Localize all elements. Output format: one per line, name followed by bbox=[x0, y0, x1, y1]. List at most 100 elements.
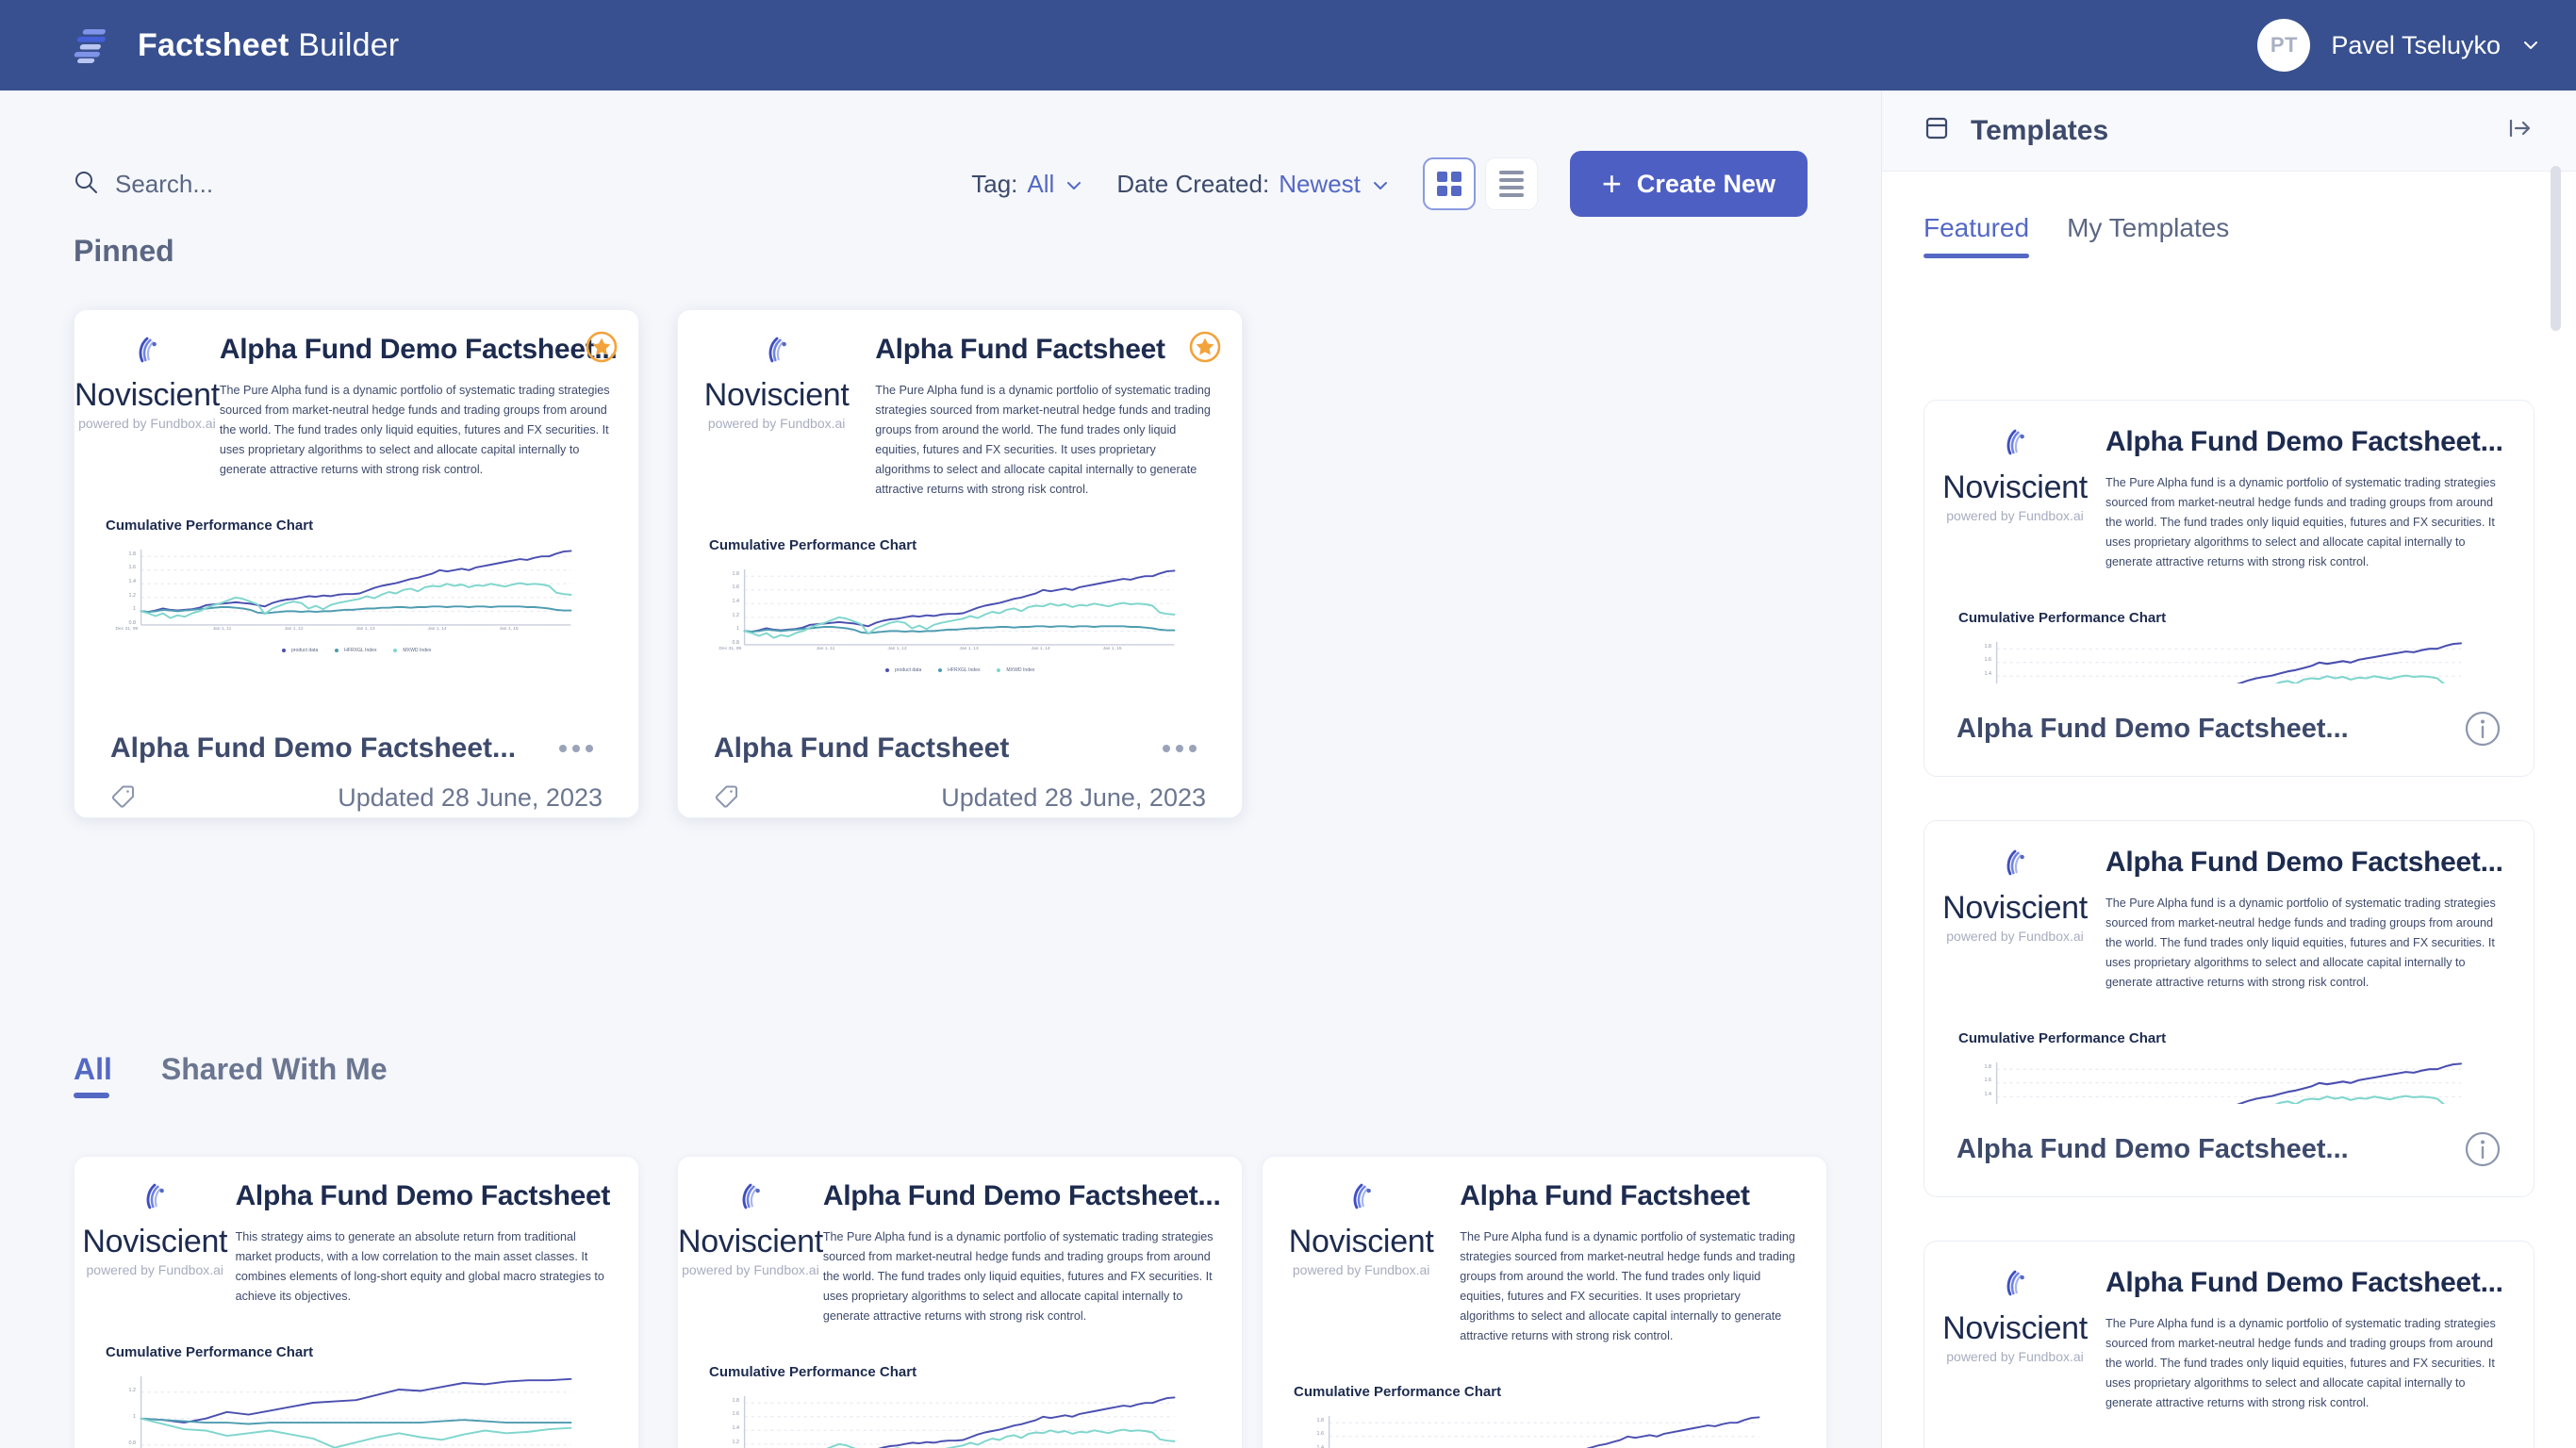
sheet-description: The Pure Alpha fund is a dynamic portfol… bbox=[2105, 897, 2496, 990]
factsheet-preview: Noviscient powered by Fundbox.ai Alpha F… bbox=[678, 1157, 1242, 1448]
sheet-chart-title: Cumulative Performance Chart bbox=[709, 1364, 917, 1381]
legend-color-dot bbox=[281, 648, 286, 653]
y-axis-tick: 1.2 bbox=[732, 612, 740, 618]
tag-icon[interactable] bbox=[110, 782, 139, 814]
y-axis-tick: 1.6 bbox=[732, 1411, 740, 1418]
noviscient-swoosh-icon bbox=[761, 334, 793, 366]
pinned-section-title: Pinned bbox=[74, 234, 174, 268]
y-axis-tick: 1.4 bbox=[1984, 1092, 1992, 1098]
avatar: PT bbox=[2257, 19, 2311, 72]
sheet-chart-title: Cumulative Performance Chart bbox=[1958, 1030, 2167, 1047]
star-filled-icon[interactable] bbox=[586, 331, 618, 368]
collapse-right-icon[interactable] bbox=[2506, 114, 2535, 147]
sheet-logo-block: Noviscient powered by Fundbox.ai bbox=[678, 334, 875, 500]
noviscient-swoosh-icon bbox=[1999, 847, 2031, 879]
legend-item: product data bbox=[281, 648, 318, 653]
template-footer: Alpha Fund Demo Factsheet... bbox=[1924, 1102, 2534, 1196]
info-icon[interactable] bbox=[2464, 1130, 2502, 1168]
brand: Factsheet Builder bbox=[74, 24, 399, 67]
library-tab-shared-with-me[interactable]: Shared With Me bbox=[161, 1052, 388, 1098]
sheet-brand-name: Noviscient bbox=[1942, 890, 2088, 927]
search-icon bbox=[74, 170, 98, 199]
y-axis-tick: 1 bbox=[133, 1413, 136, 1420]
y-axis-tick: 1.4 bbox=[732, 1425, 740, 1431]
sheet-logo-block: Noviscient powered by Fundbox.ai bbox=[1263, 1180, 1460, 1346]
legend-color-dot bbox=[997, 667, 1001, 673]
tag-filter-label: Tag: bbox=[971, 169, 1018, 198]
list-view-button[interactable] bbox=[1484, 157, 1538, 210]
library-tab-all[interactable]: All bbox=[74, 1052, 112, 1098]
more-options-icon[interactable] bbox=[550, 735, 603, 762]
tag-icon[interactable] bbox=[714, 782, 742, 814]
factsheet-card[interactable]: Noviscient powered by Fundbox.ai Alpha F… bbox=[677, 1156, 1243, 1448]
sheet-brand-sub: powered by Fundbox.ai bbox=[86, 1262, 224, 1277]
performance-chart: 1.81.61.41.210.8Dec 31, 09Jan 1, 11Jan 1… bbox=[709, 1393, 1181, 1448]
sheet-title: Alpha Fund Demo Factsheet... bbox=[2105, 426, 2503, 458]
brand-title: Factsheet Builder bbox=[138, 27, 399, 64]
y-axis-tick: 1.6 bbox=[128, 565, 137, 571]
template-card[interactable]: Noviscient powered by Fundbox.ai Alpha F… bbox=[1924, 820, 2535, 1197]
legend-color-dot bbox=[393, 648, 398, 653]
card-footer: Alpha Fund Demo Factsheet... Updated 28 … bbox=[74, 704, 638, 817]
user-menu[interactable]: PT Pavel Tseluyko bbox=[2257, 19, 2540, 72]
more-options-icon[interactable] bbox=[1153, 735, 1206, 762]
grid-view-button[interactable] bbox=[1422, 157, 1476, 210]
create-new-button[interactable]: + Create New bbox=[1569, 151, 1808, 217]
sheet-brand-name: Noviscient bbox=[82, 1224, 228, 1260]
app-header: Factsheet Builder PT Pavel Tseluyko bbox=[0, 0, 2576, 90]
card-preview: Noviscient powered by Fundbox.ai Alpha F… bbox=[74, 310, 638, 706]
template-card[interactable]: Noviscient powered by Fundbox.ai Alpha F… bbox=[1924, 400, 2535, 777]
sheet-description: The Pure Alpha fund is a dynamic portfol… bbox=[2105, 476, 2496, 569]
templates-scrollbar-thumb[interactable] bbox=[2551, 166, 2561, 331]
legend-label: HFRXGL Index bbox=[948, 667, 981, 674]
date-created-filter[interactable]: Date Created: Newest bbox=[1116, 170, 1391, 199]
search-input[interactable]: Search... bbox=[74, 170, 213, 199]
y-axis-tick: 1.8 bbox=[1984, 643, 1992, 650]
sheet-title: Alpha Fund Demo Factsheet... bbox=[2105, 847, 2503, 879]
template-title: Alpha Fund Demo Factsheet... bbox=[1957, 713, 2349, 744]
sheet-title: Alpha Fund Factsheet bbox=[1460, 1180, 1750, 1212]
factsheet-preview: Noviscient powered by Fundbox.ai Alpha F… bbox=[1263, 1157, 1826, 1448]
templates-tab-my-templates[interactable]: My Templates bbox=[2067, 213, 2229, 258]
templates-panel: Templates Featured My Templates Noviscien… bbox=[1881, 90, 2576, 1448]
y-axis-tick: 1.8 bbox=[732, 570, 740, 577]
tag-filter[interactable]: Tag: All bbox=[971, 170, 1084, 199]
sheet-description: The Pure Alpha fund is a dynamic portfol… bbox=[2105, 1317, 2496, 1410]
y-axis-tick: 1.6 bbox=[1984, 1078, 1992, 1084]
sheet-brand-name: Noviscient bbox=[678, 1224, 823, 1260]
y-axis-tick: 1.4 bbox=[732, 599, 740, 604]
sheet-chart-title: Cumulative Performance Chart bbox=[709, 537, 917, 554]
info-icon[interactable] bbox=[2464, 710, 2502, 748]
user-name: Pavel Tseluyko bbox=[2331, 30, 2501, 59]
y-axis-tick: 0.8 bbox=[128, 619, 137, 626]
sheet-title: Alpha Fund Demo Factsheet bbox=[235, 1180, 611, 1212]
sheet-chart-title: Cumulative Performance Chart bbox=[1294, 1384, 1502, 1401]
templates-tab-featured[interactable]: Featured bbox=[1924, 213, 2030, 258]
sheet-chart-title: Cumulative Performance Chart bbox=[106, 1344, 314, 1361]
main-content: Search... Tag: All Date Created: Newest bbox=[0, 90, 1881, 1448]
sheet-brand-name: Noviscient bbox=[1942, 1310, 2088, 1347]
library-tabs: All Shared With Me bbox=[74, 1052, 388, 1098]
legend-color-dot bbox=[334, 648, 339, 653]
x-axis-tick: Jan 1, 14 bbox=[1031, 647, 1050, 651]
factsheet-card[interactable]: Noviscient powered by Fundbox.ai Alpha F… bbox=[1262, 1156, 1827, 1448]
legend-label: product data bbox=[894, 667, 922, 674]
factsheet-card[interactable]: Noviscient powered by Fundbox.ai Alpha F… bbox=[74, 309, 639, 818]
factsheet-card[interactable]: Noviscient powered by Fundbox.ai Alpha F… bbox=[677, 309, 1243, 818]
sheet-brand-sub: powered by Fundbox.ai bbox=[1946, 929, 2084, 945]
factsheet-logo-icon bbox=[74, 24, 117, 67]
sheet-brand-name: Noviscient bbox=[1942, 469, 2088, 506]
tag-filter-value: All bbox=[1027, 169, 1055, 198]
template-card[interactable]: Noviscient powered by Fundbox.ai Alpha F… bbox=[1924, 1241, 2535, 1448]
template-preview: Noviscient powered by Fundbox.ai Alpha F… bbox=[1924, 821, 2534, 1104]
y-axis-tick: 1.2 bbox=[128, 592, 137, 599]
legend-color-dot bbox=[937, 667, 943, 673]
factsheet-card[interactable]: Noviscient powered by Fundbox.ai Alpha F… bbox=[74, 1156, 639, 1448]
factsheet-preview: Noviscient powered by Fundbox.ai Alpha F… bbox=[1924, 821, 2534, 1104]
noviscient-swoosh-icon bbox=[139, 1180, 171, 1212]
factsheet-preview: Noviscient powered by Fundbox.ai Alpha F… bbox=[1924, 401, 2534, 683]
y-axis-tick: 1.4 bbox=[128, 579, 137, 584]
star-filled-icon[interactable] bbox=[1189, 331, 1221, 368]
x-axis-tick: Jan 1, 11 bbox=[212, 627, 232, 632]
sheet-brand-name: Noviscient bbox=[74, 377, 220, 414]
